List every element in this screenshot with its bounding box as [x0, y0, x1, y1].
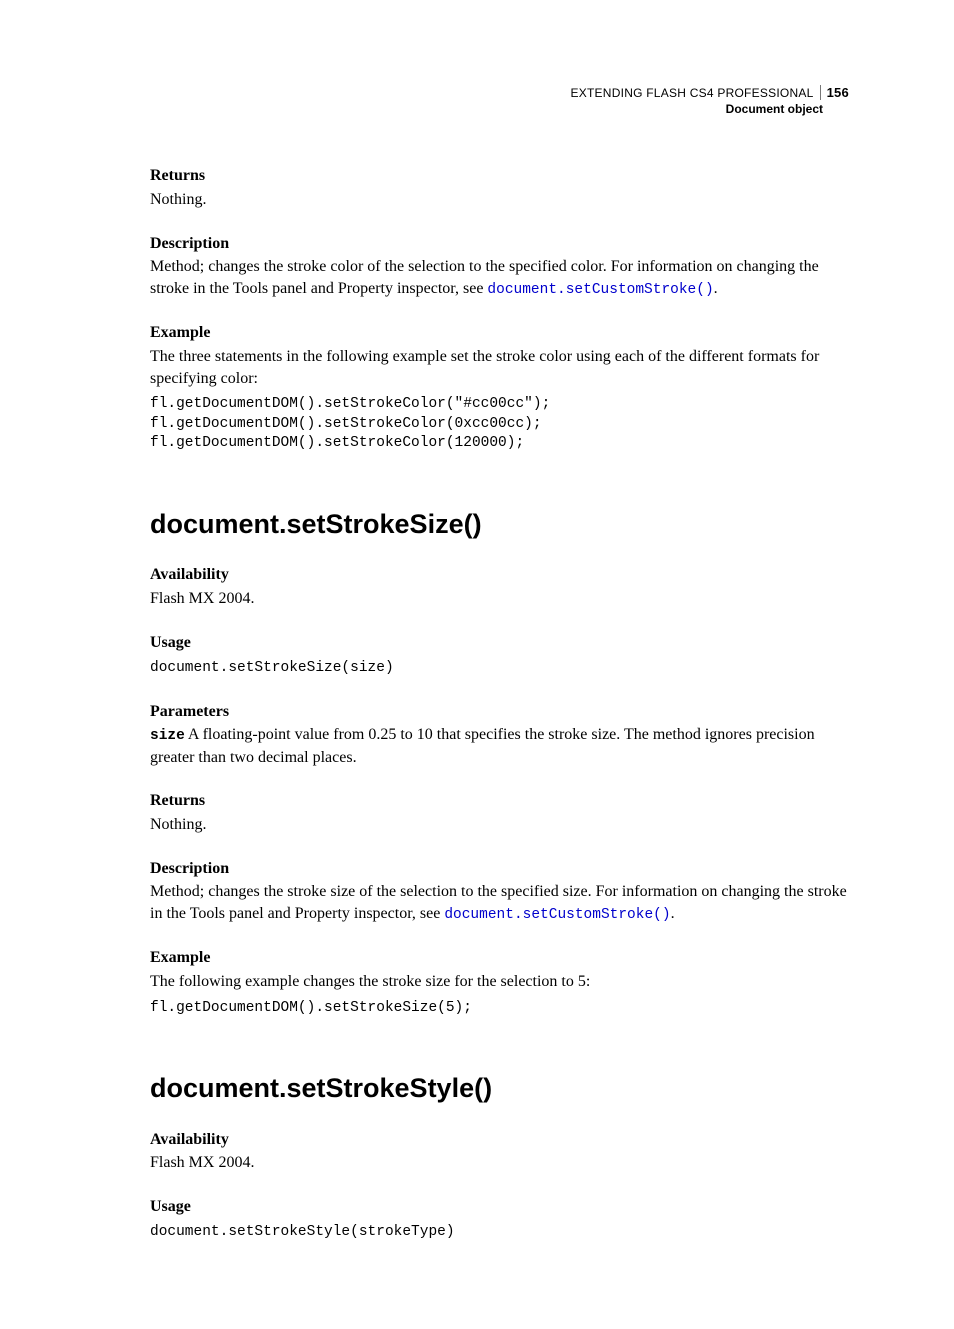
page: EXTENDING FLASH CS4 PROFESSIONAL 156 Docu… — [0, 0, 954, 1329]
example-code: fl.getDocumentDOM().setStrokeSize(5); — [150, 999, 849, 1019]
header-section: Document object — [150, 102, 823, 118]
example-text: The three statements in the following ex… — [150, 346, 849, 389]
description-text: Method; changes the stroke size of the s… — [150, 881, 849, 925]
description-text-a: Method; changes the stroke color of the … — [150, 258, 819, 297]
heading-set-stroke-style: document.setStrokeStyle() — [150, 1070, 849, 1106]
description-label: Description — [150, 233, 849, 255]
param-name-size: size — [150, 728, 185, 744]
parameter-text: size A floating-point value from 0.25 to… — [150, 724, 849, 768]
description-text-b: . — [714, 280, 718, 297]
heading-set-stroke-size: document.setStrokeSize() — [150, 506, 849, 542]
usage-label: Usage — [150, 632, 849, 654]
usage-code: document.setStrokeStyle(strokeType) — [150, 1223, 849, 1243]
description-text: Method; changes the stroke color of the … — [150, 256, 849, 300]
returns-label: Returns — [150, 790, 849, 812]
page-number: 156 — [820, 85, 849, 100]
example-code: fl.getDocumentDOM().setStrokeColor("#cc0… — [150, 395, 849, 454]
example-label: Example — [150, 947, 849, 969]
doc-title: EXTENDING FLASH CS4 PROFESSIONAL — [571, 86, 814, 100]
usage-code: document.setStrokeSize(size) — [150, 659, 849, 679]
running-header: EXTENDING FLASH CS4 PROFESSIONAL 156 Docu… — [150, 85, 849, 117]
example-text: The following example changes the stroke… — [150, 971, 849, 993]
header-line-1: EXTENDING FLASH CS4 PROFESSIONAL 156 — [150, 85, 849, 102]
parameters-label: Parameters — [150, 701, 849, 723]
returns-label: Returns — [150, 165, 849, 187]
usage-label: Usage — [150, 1196, 849, 1218]
availability-label: Availability — [150, 564, 849, 586]
availability-label: Availability — [150, 1129, 849, 1151]
set-custom-stroke-link[interactable]: document.setCustomStroke() — [444, 907, 670, 923]
description-label: Description — [150, 858, 849, 880]
param-desc: A floating-point value from 0.25 to 10 t… — [150, 726, 815, 766]
set-custom-stroke-link[interactable]: document.setCustomStroke() — [487, 282, 713, 298]
availability-text: Flash MX 2004. — [150, 1152, 849, 1174]
example-label: Example — [150, 322, 849, 344]
returns-text: Nothing. — [150, 189, 849, 211]
description-text-b: . — [671, 905, 675, 922]
returns-text: Nothing. — [150, 814, 849, 836]
availability-text: Flash MX 2004. — [150, 588, 849, 610]
